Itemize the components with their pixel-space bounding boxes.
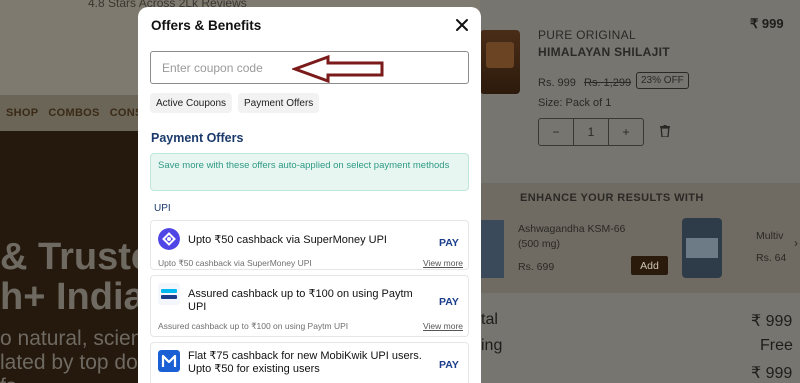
offer-card-mobikwik: Flat ₹75 cashback for new MobiKwik UPI u… bbox=[150, 342, 469, 383]
product-brand: PURE ORIGINAL bbox=[538, 28, 636, 42]
product-image bbox=[480, 30, 520, 94]
pay-button[interactable]: PAY bbox=[439, 237, 459, 249]
upsell-item1-name: Ashwagandha KSM-66 (500 mg) bbox=[518, 223, 626, 250]
hero-heading-line1: & Truste bbox=[0, 236, 153, 278]
upsell-item2-name: Multiv bbox=[756, 230, 784, 242]
offer-title: Assured cashback up to ₹100 on using Pay… bbox=[188, 288, 413, 313]
qty-decrease-button[interactable]: − bbox=[539, 119, 573, 145]
offer-title: Flat ₹75 cashback for new MobiKwik UPI u… bbox=[188, 350, 422, 375]
summary-subtotal-value: ₹ 999 bbox=[751, 313, 793, 330]
summary-shipping-label: ing bbox=[481, 337, 503, 354]
arrow-left-annotation-icon bbox=[292, 54, 384, 84]
offers-modal: Offers & Benefits Active Coupons Payment… bbox=[138, 7, 481, 383]
offer-card-paytm: Assured cashback up to ₹100 on using Pay… bbox=[150, 275, 469, 337]
offer-subtitle: Assured cashback up to ₹100 on using Pay… bbox=[158, 321, 349, 331]
qty-increase-button[interactable]: + bbox=[609, 119, 643, 145]
auto-applied-info-banner: Save more with these offers auto-applied… bbox=[150, 153, 469, 191]
view-more-link[interactable]: View more bbox=[423, 321, 463, 331]
product-price: Rs. 999 bbox=[538, 77, 576, 89]
close-icon[interactable] bbox=[454, 17, 470, 33]
trash-icon[interactable] bbox=[660, 125, 670, 137]
upsell-item2-image bbox=[682, 218, 722, 278]
tab-active-coupons[interactable]: Active Coupons bbox=[150, 93, 233, 113]
summary-total-value: ₹ 999 bbox=[751, 365, 793, 382]
nav-item-shop[interactable]: SHOP bbox=[6, 107, 38, 119]
nav-item-combos[interactable]: COMBOS bbox=[48, 107, 99, 119]
upsell-add-button[interactable]: Add bbox=[631, 256, 668, 275]
product-name: HIMALAYAN SHILAJIT bbox=[538, 45, 670, 59]
upsell-item2-price: Rs. 64 bbox=[756, 252, 787, 264]
cart-item-price: ₹ 999 bbox=[750, 16, 784, 31]
summary-subtotal-label: tal bbox=[481, 311, 498, 328]
qty-value: 1 bbox=[573, 119, 609, 145]
quantity-stepper: − 1 + bbox=[538, 118, 644, 146]
offer-title: Upto ₹50 cashback via SuperMoney UPI bbox=[188, 234, 387, 246]
paytm-logo-icon bbox=[158, 283, 180, 305]
hero-heading-line2: h+ India bbox=[0, 276, 145, 318]
supermoney-logo-icon bbox=[158, 228, 180, 250]
upsell-title: ENHANCE YOUR RESULTS WITH bbox=[520, 192, 704, 204]
upsell-item1-price: Rs. 699 bbox=[518, 261, 555, 273]
offer-card-supermoney: Upto ₹50 cashback via SuperMoney UPI PAY… bbox=[150, 220, 469, 270]
upi-section-label: UPI bbox=[154, 203, 171, 214]
mobikwik-logo-icon bbox=[158, 350, 180, 372]
offer-subtitle: Upto ₹50 cashback via SuperMoney UPI bbox=[158, 258, 312, 268]
upsell-item1-image bbox=[480, 220, 504, 278]
payment-offers-heading: Payment Offers bbox=[151, 131, 244, 145]
view-more-link[interactable]: View more bbox=[423, 258, 463, 268]
summary-shipping-value: Free bbox=[760, 337, 793, 354]
chevron-right-icon[interactable]: › bbox=[794, 236, 798, 250]
modal-title: Offers & Benefits bbox=[151, 18, 262, 33]
pay-button[interactable]: PAY bbox=[439, 359, 459, 371]
product-mrp: Rs. 1,299 bbox=[584, 77, 632, 89]
pay-button[interactable]: PAY bbox=[439, 296, 459, 308]
product-size: Size: Pack of 1 bbox=[538, 97, 612, 109]
hero-text-line5: fs. bbox=[0, 375, 22, 383]
discount-badge: 23% OFF bbox=[636, 72, 689, 89]
tab-payment-offers[interactable]: Payment Offers bbox=[238, 93, 320, 113]
